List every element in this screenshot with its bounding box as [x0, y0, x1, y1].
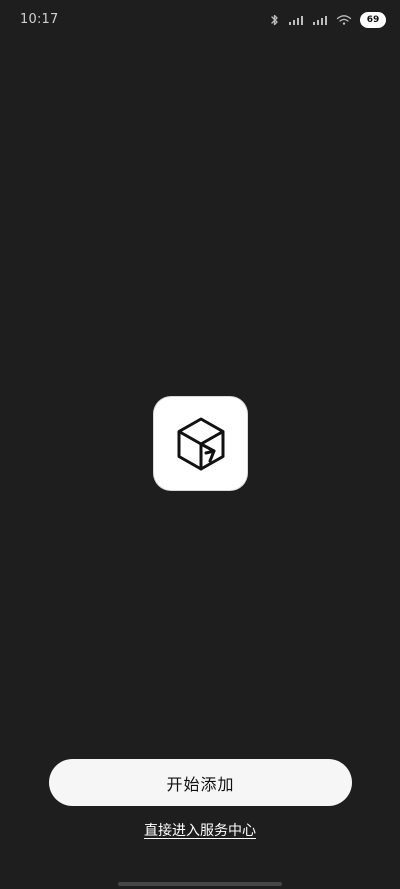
- app-logo: [153, 396, 248, 491]
- bluetooth-icon: [270, 14, 280, 26]
- battery-level: 69: [366, 15, 380, 25]
- status-icons: 69: [270, 10, 386, 30]
- start-add-button[interactable]: 开始添加: [49, 759, 352, 806]
- signal-icon: [288, 14, 304, 26]
- status-bar: 10:17 69: [0, 0, 400, 40]
- home-indicator: [118, 882, 282, 886]
- signal-icon: [312, 14, 328, 26]
- wifi-icon: [336, 14, 352, 26]
- battery-icon: 69: [360, 12, 386, 28]
- go-to-service-center-link[interactable]: 直接进入服务中心: [0, 820, 400, 840]
- app-logo-icon: [170, 413, 232, 475]
- status-time: 10:17: [20, 12, 59, 27]
- start-add-button-label: 开始添加: [166, 774, 235, 794]
